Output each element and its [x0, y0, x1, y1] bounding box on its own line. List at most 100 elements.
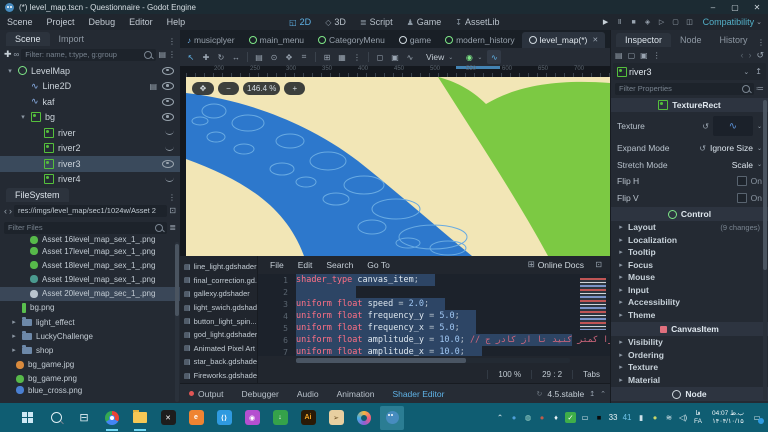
skeleton-options-icon[interactable]: ∿: [403, 50, 417, 64]
property-row-texture[interactable]: Texture↺∿⌄: [611, 112, 768, 140]
scene-tab-game[interactable]: game: [392, 32, 438, 48]
menu-debug[interactable]: Debug: [82, 17, 123, 27]
play-button[interactable]: ▶: [599, 16, 613, 28]
tree-caret-icon[interactable]: ▾: [6, 67, 14, 75]
movie-mode-button[interactable]: ◫: [683, 16, 697, 28]
property-row-stretch-mode[interactable]: Stretch ModeScale⌄: [611, 157, 768, 174]
property-group-ordering[interactable]: ▸Ordering: [611, 349, 768, 362]
play-custom-scene-button[interactable]: ▢: [669, 16, 683, 28]
tree-caret-icon[interactable]: ▸: [10, 332, 18, 340]
view-menu[interactable]: View: [426, 52, 444, 62]
temperature-widget-2[interactable]: 41: [622, 412, 632, 424]
file-explorer-icon[interactable]: [128, 406, 152, 430]
scale-tool[interactable]: ↔: [229, 50, 243, 64]
black-window-icon[interactable]: ■: [594, 412, 604, 424]
property-group-localization[interactable]: ▸Localization: [611, 234, 768, 247]
close-button[interactable]: ✕: [746, 0, 768, 14]
messenger-icon[interactable]: ➢: [324, 406, 348, 430]
file-folder-shop[interactable]: ▸shop: [0, 343, 180, 357]
idm-icon[interactable]: ↓: [268, 406, 292, 430]
property-value[interactable]: Scale: [732, 160, 753, 170]
camera-override-icon[interactable]: ◉: [462, 50, 476, 64]
minimize-button[interactable]: –: [702, 0, 724, 14]
tray-app-red-icon[interactable]: ●: [537, 412, 547, 424]
property-value[interactable]: Ignore Size: [710, 143, 753, 153]
file-blue-cross-png[interactable]: blue_cross.png: [0, 386, 180, 395]
checkbox[interactable]: [737, 176, 747, 186]
shader-menu-search[interactable]: Search: [320, 260, 359, 270]
menu-help[interactable]: Help: [160, 17, 193, 27]
maximize-button[interactable]: ▢: [724, 0, 746, 14]
collapse-bottom-panel-icon[interactable]: ⌃: [600, 390, 606, 398]
debug-options-button[interactable]: ◈: [641, 16, 655, 28]
visibility-on-icon[interactable]: [162, 113, 174, 121]
shader-code-editor[interactable]: 1shader_type canvas_item;23uniform float…: [258, 274, 610, 356]
shader-file-god-light-gdshader[interactable]: ▤god_light.gdshader: [180, 328, 257, 342]
file-asset-16level-map-sex-1-png[interactable]: Asset 16level_map_sex_1_.png: [0, 236, 180, 244]
zoom-out-button[interactable]: −: [218, 82, 239, 95]
section-header-canvasitem[interactable]: CanvasItem: [611, 322, 768, 336]
float-panel-icon[interactable]: ⊡: [595, 260, 602, 269]
rotate-tool[interactable]: ↻: [214, 50, 228, 64]
nav-back-icon[interactable]: ‹: [4, 206, 7, 216]
shader-menu-go-to[interactable]: Go To: [361, 260, 396, 270]
focus-path-icon[interactable]: ⊡: [169, 206, 176, 215]
property-group-input[interactable]: ▸Input: [611, 284, 768, 297]
file-bg-game-jpg[interactable]: bg_game.jpg: [0, 358, 180, 372]
camera-override-caret-icon[interactable]: ⌄: [477, 54, 482, 61]
2d-viewport[interactable]: ✥ − 146.4 % +: [186, 77, 610, 256]
volume-icon[interactable]: ◁): [678, 412, 688, 424]
visibility-on-icon[interactable]: [162, 160, 174, 168]
file-folder-luckychallenge[interactable]: ▸LuckyChallenge: [0, 329, 180, 343]
clock[interactable]: 04:07 ب.ظ۱۴۰۴/۱۰/۱۵: [712, 410, 744, 426]
tab-scene[interactable]: Scene: [6, 32, 50, 46]
scene-filter-input[interactable]: Filter: name, t:type, g:group: [21, 49, 156, 61]
bottom-tab-debugger[interactable]: Debugger: [233, 389, 288, 399]
tab-node[interactable]: Node: [671, 33, 711, 47]
version-update-icon[interactable]: ↻: [537, 390, 543, 398]
property-group-accessibility[interactable]: ▸Accessibility: [611, 296, 768, 309]
visibility-on-icon[interactable]: [162, 98, 174, 106]
texture-preview[interactable]: ∿: [713, 116, 753, 136]
lock-icon[interactable]: ◻: [373, 50, 387, 64]
scene-tab-musicplyer[interactable]: ♪musicplyer: [180, 32, 242, 48]
visibility-off-icon[interactable]: [165, 177, 174, 182]
eitaa-icon[interactable]: e: [184, 406, 208, 430]
scene-dock-menu-icon[interactable]: ⋮: [168, 37, 176, 46]
tray-app-teal-icon[interactable]: ◍: [523, 412, 533, 424]
select-tool[interactable]: ↖: [184, 50, 198, 64]
scene-tab-level-map-[interactable]: level_map(*)✕: [522, 32, 606, 48]
bottom-tab-output[interactable]: Output: [180, 389, 233, 399]
node-dropdown-caret-icon[interactable]: ⌄: [743, 67, 749, 76]
vscode-icon[interactable]: ⟨⟩: [212, 406, 236, 430]
menu-scene[interactable]: Scene: [0, 17, 40, 27]
attach-script-icon[interactable]: ▤: [158, 50, 166, 59]
workspace-assetlib[interactable]: ↧AssetLib: [448, 17, 506, 27]
workspace-game[interactable]: ♟Game: [400, 17, 449, 27]
display-icon[interactable]: ▭: [580, 412, 590, 424]
history-back-icon[interactable]: ‹: [740, 50, 743, 60]
filesystem-menu-icon[interactable]: ⋮: [168, 193, 176, 202]
dropdown-caret-icon[interactable]: ⌄: [757, 145, 762, 152]
history-forward-icon[interactable]: ›: [748, 50, 751, 60]
property-row-flip-h[interactable]: Flip HOn: [611, 173, 768, 190]
section-header-texturerect[interactable]: TextureRect: [611, 98, 768, 112]
visibility-off-icon[interactable]: [165, 130, 174, 135]
pin-icon[interactable]: ↥: [755, 67, 762, 76]
color-wheel-app-icon[interactable]: [352, 406, 376, 430]
scene-node-bg[interactable]: ▾bg: [0, 110, 180, 126]
file-bg-png[interactable]: bg.png: [0, 301, 180, 315]
property-group-mouse[interactable]: ▸Mouse: [611, 271, 768, 284]
language-indicator[interactable]: فاFA: [694, 410, 702, 426]
stop-button[interactable]: ■: [627, 16, 641, 28]
tab-history[interactable]: History: [711, 33, 757, 47]
version-label[interactable]: 4.5.stable: [547, 389, 584, 399]
grid-snap-icon[interactable]: ▦: [335, 50, 349, 64]
load-resource-icon[interactable]: ▢: [628, 51, 636, 60]
skeleton-icon[interactable]: ∿: [487, 50, 501, 64]
illustrator-icon[interactable]: Ai: [296, 406, 320, 430]
godot-taskbar-icon[interactable]: [380, 406, 404, 430]
resource-options-icon[interactable]: ⋮: [653, 51, 661, 60]
shader-file-gallexy-gdshader[interactable]: ▤gallexy.gdshader: [180, 287, 257, 301]
shader-file-button-light-spin-[interactable]: ▤button_light_spin....: [180, 314, 257, 328]
